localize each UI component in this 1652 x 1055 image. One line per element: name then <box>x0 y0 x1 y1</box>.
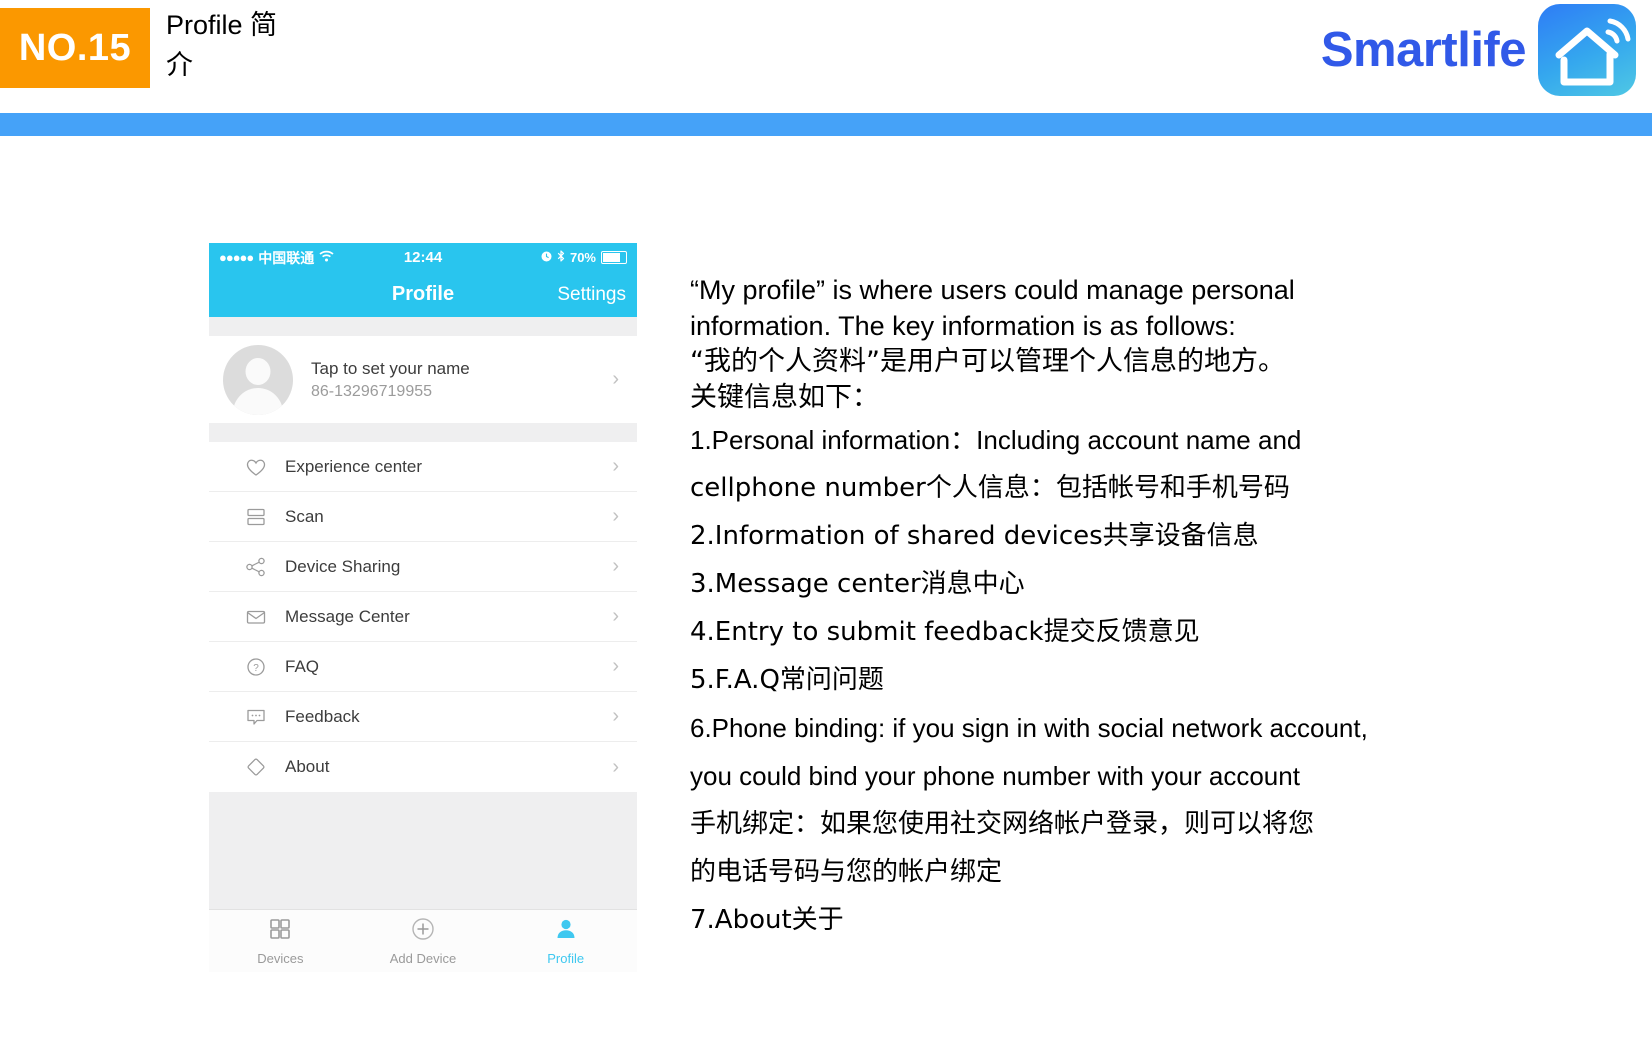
section-gap-top <box>209 317 637 336</box>
status-bar-right: 70% <box>541 250 627 265</box>
desc-item-2: 2.Information of shared devices共享设备信息 <box>690 521 1259 551</box>
chevron-right-icon: › <box>612 655 619 677</box>
menu-item-label: Feedback <box>285 706 360 726</box>
desc-item-3: 3.Message center消息中心 <box>690 569 1025 599</box>
desc-item-1a: 1.Personal information：Including account… <box>690 425 1302 455</box>
menu-item-label: About <box>285 757 330 776</box>
tab-label: Devices <box>257 950 304 966</box>
plus-circle-icon <box>410 917 436 946</box>
tab-profile[interactable]: Profile <box>494 910 637 972</box>
chevron-right-icon: › <box>612 368 619 390</box>
chevron-right-icon: › <box>612 455 619 477</box>
chevron-right-icon: › <box>612 755 619 778</box>
diamond-icon <box>243 754 269 780</box>
profile-text-block: Tap to set your name 86-13296719955 <box>311 359 612 401</box>
menu-item-label: Device Sharing <box>285 556 401 576</box>
desc-item-1b: cellphone number个人信息：包括帐号和手机号码 <box>690 473 1290 503</box>
phone-nav-bar: Profile Settings <box>209 272 637 317</box>
tab-label: Add Device <box>389 950 457 966</box>
menu-item-label: Message Center <box>285 606 410 626</box>
description-column: “My profile” is where users could manage… <box>690 272 1508 944</box>
menu-item-label: Scan <box>285 506 324 526</box>
menu-item-about[interactable]: About › <box>209 742 637 792</box>
chevron-right-icon: › <box>612 555 619 577</box>
menu-item-message-center[interactable]: Message Center › <box>209 592 637 642</box>
battery-icon <box>601 251 627 264</box>
battery-percent-label: 70% <box>569 250 596 265</box>
header-divider-bar <box>0 113 1652 136</box>
comment-icon <box>243 704 269 730</box>
intro-line-cn-2: 关键信息如下： <box>690 382 879 413</box>
menu-item-label: Experience center <box>285 456 423 476</box>
profile-header-row[interactable]: Tap to set your name 86-13296719955 › <box>209 336 637 423</box>
smart-home-wifi-icon <box>1538 4 1636 96</box>
tab-devices[interactable]: Devices <box>209 910 352 972</box>
bluetooth-icon <box>557 250 565 265</box>
profile-menu-list: Experience center › Scan › Device Sharin… <box>209 442 637 792</box>
desc-item-6a: 6.Phone binding: if you sign in with soc… <box>690 713 1368 743</box>
scan-icon <box>243 504 269 530</box>
tab-label: Profile <box>547 950 585 966</box>
brand-area: Smartlife <box>1321 4 1636 96</box>
alarm-icon <box>541 250 552 265</box>
envelope-icon <box>243 604 269 630</box>
menu-item-feedback[interactable]: Feedback › <box>209 692 637 742</box>
svg-text:?: ? <box>253 663 259 674</box>
phone-status-bar: ●●●●● 中国联通 12:44 70% <box>209 243 637 272</box>
desc-item-4: 4.Entry to submit feedback提交反馈意见 <box>690 617 1200 647</box>
menu-item-label: FAQ <box>285 656 320 676</box>
desc-item-6b: you could bind your phone number with yo… <box>690 761 1300 791</box>
profile-phone-label: 86-13296719955 <box>311 382 433 400</box>
question-circle-icon: ? <box>243 654 269 680</box>
intro-line-en-2: information. The key information is as f… <box>690 311 1236 341</box>
chevron-right-icon: › <box>612 505 619 527</box>
chevron-right-icon: › <box>612 705 619 727</box>
slide-header: NO.15 Profile 简介 Smartlife <box>0 0 1652 100</box>
menu-item-device-sharing[interactable]: Device Sharing › <box>209 542 637 592</box>
chevron-right-icon: › <box>612 605 619 627</box>
brand-name: Smartlife <box>1320 23 1527 77</box>
page-title: Profile 简介 <box>166 10 278 80</box>
menu-item-faq[interactable]: ? FAQ › <box>209 642 637 692</box>
person-icon <box>553 917 579 946</box>
profile-name-label: Tap to set your name <box>311 358 470 378</box>
phone-tab-bar: Devices Add Device Profile <box>209 909 637 972</box>
menu-item-scan[interactable]: Scan › <box>209 492 637 542</box>
section-gap-middle <box>209 423 637 442</box>
desc-item-5: 5.F.A.Q常问问题 <box>690 665 884 695</box>
phone-screenshot: ●●●●● 中国联通 12:44 70% Profile Settings Ta… <box>209 243 637 1055</box>
slide-number-badge: NO.15 <box>0 8 150 88</box>
heart-icon <box>243 454 269 480</box>
settings-button[interactable]: Settings <box>557 284 626 306</box>
intro-line-cn-1: “我的个人资料”是用户可以管理个人信息的地方。 <box>690 346 1285 377</box>
intro-line-en-1: “My profile” is where users could manage… <box>690 275 1295 305</box>
desc-item-7: 7.About关于 <box>690 905 844 935</box>
menu-item-experience-center[interactable]: Experience center › <box>209 442 637 492</box>
empty-area <box>209 792 637 909</box>
tab-add-device[interactable]: Add Device <box>352 910 495 972</box>
grid-icon <box>267 917 293 946</box>
share-icon <box>243 554 269 580</box>
user-avatar-placeholder-icon[interactable] <box>223 344 293 415</box>
desc-item-6c: 手机绑定：如果您使用社交网络帐户登录，则可以将您 <box>690 809 1315 839</box>
desc-item-6d: 的电话号码与您的帐户绑定 <box>690 857 1003 887</box>
